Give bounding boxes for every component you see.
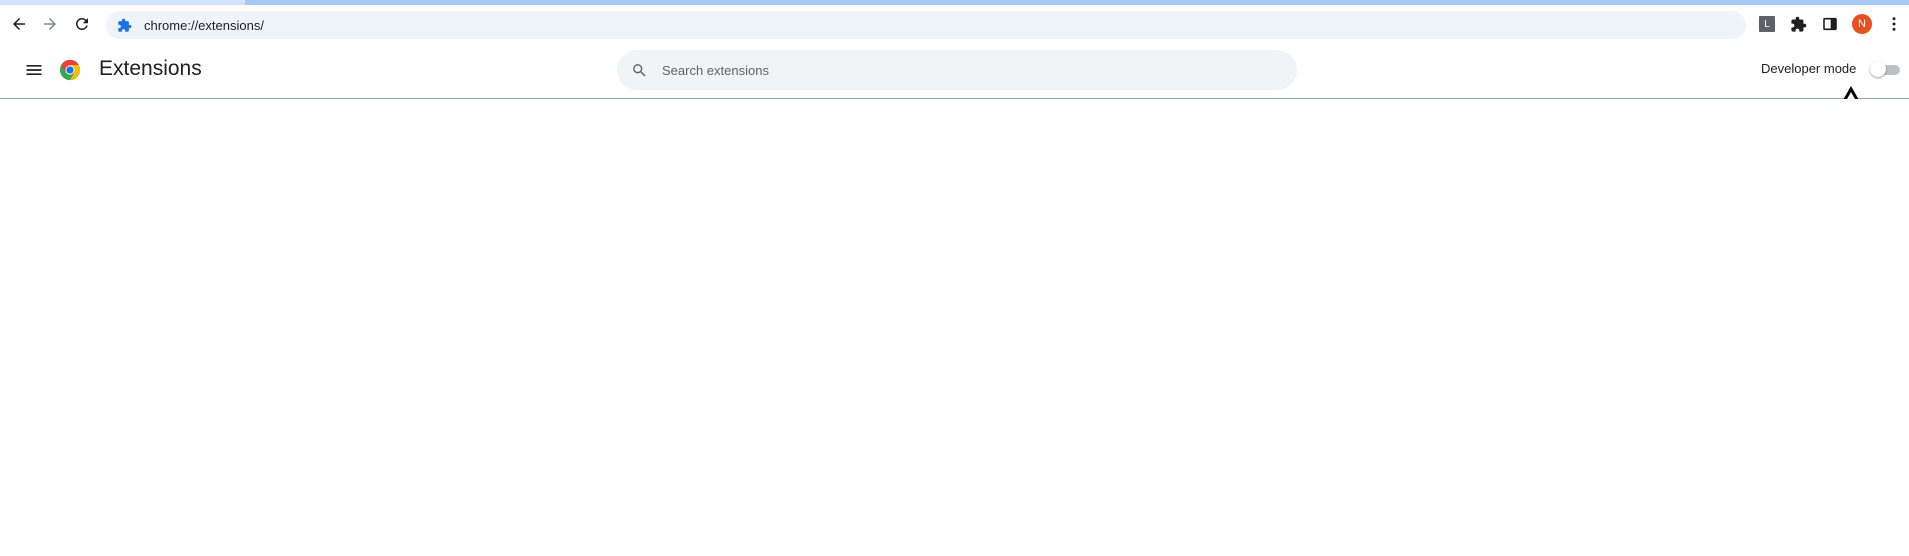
forward-button[interactable] xyxy=(39,13,61,35)
developer-mode-label: Developer mode xyxy=(1761,61,1857,76)
back-icon xyxy=(13,18,25,30)
hamburger-menu-icon xyxy=(26,65,42,75)
search-bar[interactable] xyxy=(617,50,1297,90)
address-url[interactable]: chrome://extensions/ xyxy=(144,18,264,33)
puzzle-icon xyxy=(116,17,132,33)
extensions-menu-button[interactable] xyxy=(1788,14,1808,34)
back-button[interactable] xyxy=(8,13,30,35)
side-panel-icon xyxy=(1823,17,1837,31)
developer-mode-toggle[interactable] xyxy=(1870,61,1900,77)
reload-icon xyxy=(75,17,88,30)
address-bar[interactable]: chrome://extensions/ xyxy=(106,11,1746,39)
extensions-content-area xyxy=(0,99,1909,556)
reload-button[interactable] xyxy=(71,13,93,35)
extensions-header: Extensions Developer mode xyxy=(0,41,1909,99)
more-menu-button[interactable] xyxy=(1884,14,1904,34)
more-vert-icon xyxy=(1892,17,1896,31)
main-menu-button[interactable] xyxy=(22,58,46,82)
forward-icon xyxy=(44,18,56,30)
browser-toolbar: chrome://extensions/ L N xyxy=(0,5,1909,41)
search-icon xyxy=(630,61,648,79)
page-title: Extensions xyxy=(99,57,202,80)
profile-avatar: N xyxy=(1852,14,1872,34)
extension-l-icon: L xyxy=(1759,16,1775,32)
profile-button[interactable]: N xyxy=(1852,14,1872,34)
extension-l-button[interactable]: L xyxy=(1757,14,1777,34)
puzzle-icon xyxy=(1790,16,1806,32)
side-panel-button[interactable] xyxy=(1820,14,1840,34)
chrome-logo-icon xyxy=(59,59,81,81)
search-input[interactable] xyxy=(660,61,1264,79)
toggle-knob xyxy=(1870,61,1886,77)
